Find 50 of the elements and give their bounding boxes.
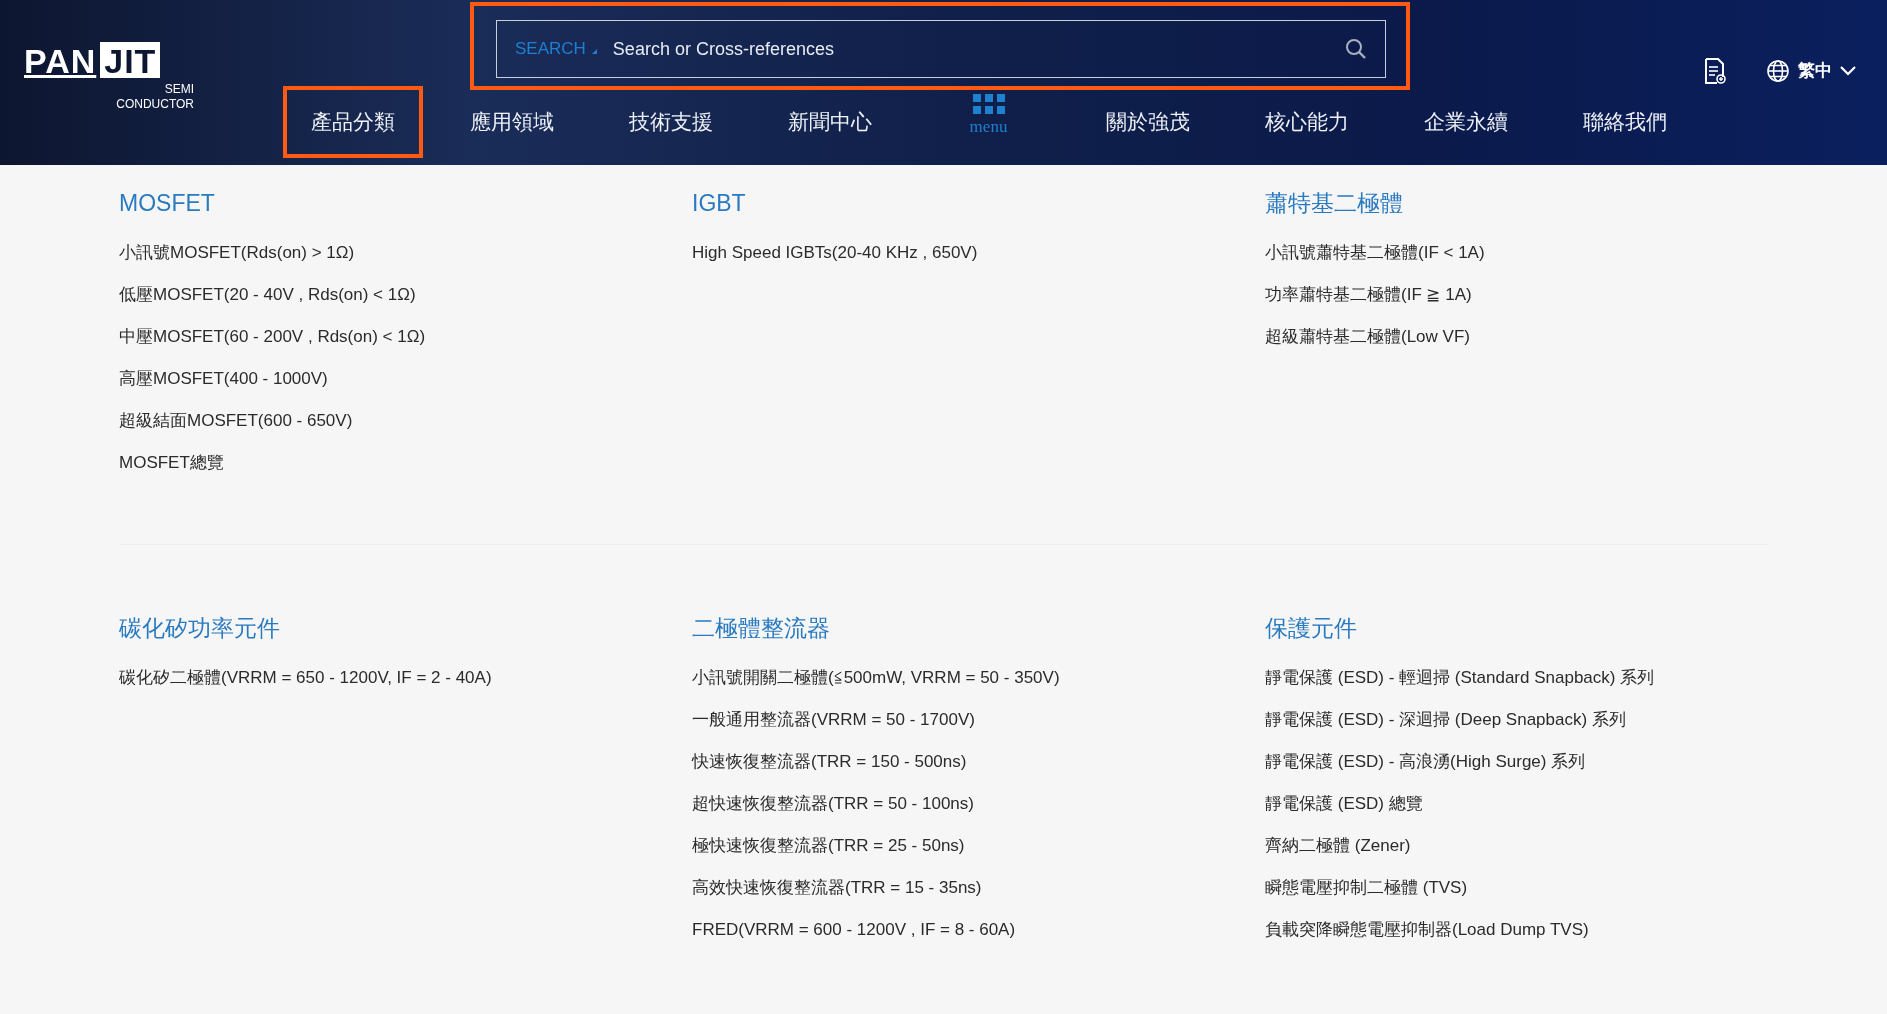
product-link[interactable]: 超快速恢復整流器(TRR = 50 - 100ns) — [692, 793, 1265, 816]
product-link[interactable]: 小訊號蕭特基二極體(IF < 1A) — [1265, 241, 1838, 264]
category-heading[interactable]: 蕭特基二極體 — [1265, 190, 1838, 218]
product-link[interactable]: 超級結面MOSFET(600 - 650V) — [119, 409, 692, 433]
language-selector[interactable]: 繁中 — [1760, 56, 1862, 85]
nav-link[interactable]: 關於強茂 — [1068, 86, 1227, 158]
product-link[interactable]: 低壓MOSFET(20 - 40V , Rds(on) < 1Ω) — [119, 283, 692, 306]
product-link[interactable]: 小訊號開關二極體(≦500mW, VRRM = 50 - 350V) — [692, 666, 1265, 689]
product-link[interactable]: 極快速恢復整流器(TRR = 25 - 50ns) — [692, 835, 1265, 858]
product-link[interactable]: 一般通用整流器(VRRM = 50 - 1700V) — [692, 708, 1265, 731]
product-link[interactable]: 超級蕭特基二極體(Low VF) — [1265, 325, 1838, 348]
product-link[interactable]: 靜電保護 (ESD) - 深迴掃 (Deep Snapback) 系列 — [1265, 708, 1838, 731]
nav-link[interactable]: 產品分類 — [283, 86, 423, 158]
product-link[interactable]: FRED(VRRM = 600 - 1200V , IF = 8 - 60A) — [692, 919, 1265, 942]
nav-link[interactable]: 應用領域 — [432, 86, 591, 158]
product-link[interactable]: 靜電保護 (ESD) - 高浪湧(High Surge) 系列 — [1265, 750, 1838, 774]
globe-icon — [1766, 58, 1790, 83]
product-link[interactable]: 齊納二極體 (Zener) — [1265, 835, 1838, 858]
search-icon[interactable] — [1345, 38, 1367, 60]
product-link[interactable]: 高效快速恢復整流器(TRR = 15 - 35ns) — [692, 877, 1265, 900]
product-link[interactable]: 靜電保護 (ESD) 總覽 — [1265, 793, 1838, 816]
document-icon[interactable] — [1704, 57, 1726, 84]
logo-tagline: SEMI — [163, 82, 194, 97]
category-heading[interactable]: 碳化矽功率元件 — [119, 615, 692, 643]
menu-label: menu — [969, 118, 1008, 135]
product-link[interactable]: 碳化矽二極體(VRRM = 650 - 1200V, IF = 2 - 40A) — [119, 666, 692, 689]
product-link[interactable]: 小訊號MOSFET(Rds(on) > 1Ω) — [119, 241, 692, 264]
product-link[interactable]: 高壓MOSFET(400 - 1000V) — [119, 367, 692, 390]
chevron-down-icon — [1840, 65, 1856, 76]
product-link[interactable]: 瞬態電壓抑制二極體 (TVS) — [1265, 877, 1838, 900]
product-link[interactable]: 中壓MOSFET(60 - 200V , Rds(on) < 1Ω) — [119, 325, 692, 348]
category-heading[interactable]: 二極體整流器 — [692, 615, 1265, 643]
nav-link[interactable]: 技術支援 — [591, 86, 750, 158]
nav-link[interactable]: 新聞中心 — [750, 86, 909, 158]
product-link[interactable]: 快速恢復整流器(TRR = 150 - 500ns) — [692, 750, 1265, 774]
category-heading[interactable]: IGBT — [692, 190, 1265, 218]
menu-button[interactable]: menu — [909, 86, 1068, 158]
product-link[interactable]: MOSFET總覽 — [119, 452, 692, 475]
nav-link[interactable]: 聯絡我們 — [1545, 86, 1704, 158]
brand-logo[interactable]: PAN JIT — [24, 42, 273, 78]
grid-icon — [972, 94, 1005, 114]
nav-link[interactable]: 核心能力 — [1227, 86, 1386, 158]
product-link[interactable]: 功率蕭特基二極體(IF ≧ 1A) — [1265, 283, 1838, 306]
product-link[interactable]: 靜電保護 (ESD) - 輕迴掃 (Standard Snapback) 系列 — [1265, 666, 1838, 689]
nav-link[interactable]: 企業永續 — [1386, 86, 1545, 158]
product-link[interactable]: 負載突降瞬態電壓抑制器(Load Dump TVS) — [1265, 919, 1838, 942]
category-heading[interactable]: 保護元件 — [1265, 615, 1838, 643]
product-link[interactable]: High Speed IGBTs(20-40 KHz , 650V) — [692, 241, 1265, 264]
logo-tagline: CONDUCTOR — [115, 97, 194, 112]
category-heading[interactable]: MOSFET — [119, 190, 692, 218]
